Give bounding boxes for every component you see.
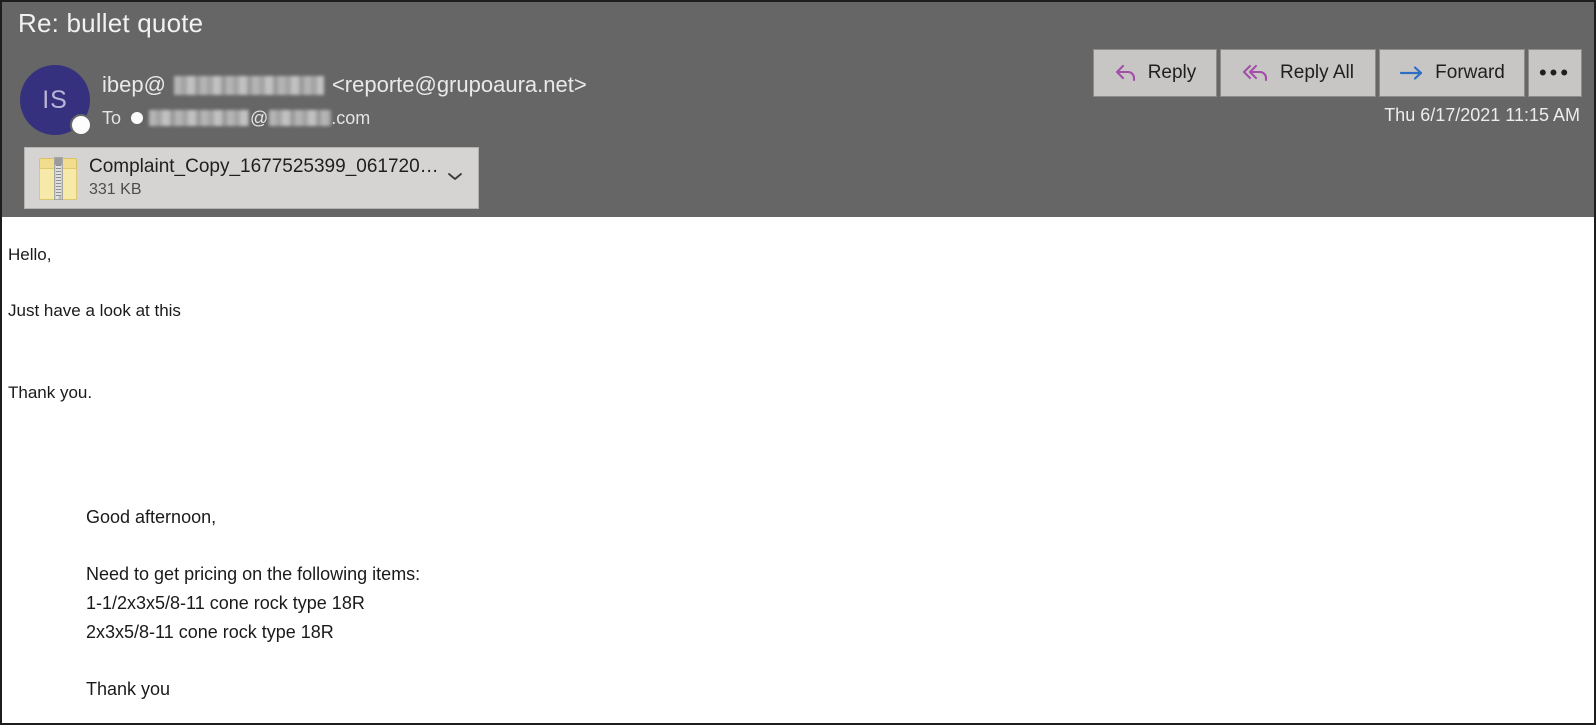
body-line-message: Just have a look at this (8, 301, 181, 320)
from-line[interactable]: ibep@ <reporte@grupoaura.net> (102, 70, 587, 100)
redacted-from-domain (173, 75, 324, 95)
reply-icon (1114, 63, 1138, 83)
body-line-signoff: Thank you. (8, 383, 93, 402)
attachment-file-name: Complaint_Copy_1677525399_06172021.zip (89, 156, 442, 177)
attachment-chip[interactable]: Complaint_Copy_1677525399_06172021.zip 3… (24, 147, 479, 209)
message-header: Re: bullet quote IS ibep@ <reporte@grupo… (2, 2, 1594, 217)
forward-button-label: Forward (1435, 62, 1505, 83)
avatar[interactable]: IS (20, 65, 92, 136)
recipient-presence-icon (131, 112, 144, 124)
quoted-message: Good afternoon, Need to get pricing on t… (86, 503, 1594, 704)
to-line[interactable]: To @ .com (102, 104, 587, 132)
body-line-greeting: Hello, (8, 245, 52, 264)
message-body: Hello, Just have a look at this Thank yo… (2, 217, 1594, 723)
to-tld: .com (331, 108, 371, 128)
reply-button-label: Reply (1147, 62, 1197, 83)
from-address-prefix: ibep@ (102, 72, 166, 97)
email-reading-pane: Re: bullet quote IS ibep@ <reporte@grupo… (0, 0, 1596, 725)
attachment-menu-button[interactable] (442, 169, 468, 188)
reply-all-button-label: Reply All (1280, 62, 1354, 83)
quote-line-item-2: 2x3x5/8-11 cone rock type 18R (86, 622, 334, 642)
quote-line-request: Need to get pricing on the following ite… (86, 564, 421, 584)
reply-all-button[interactable]: Reply All (1220, 49, 1376, 97)
subject-line: Re: bullet quote (18, 8, 204, 38)
attachment-file-size: 331 KB (89, 181, 142, 198)
attachment-text: Complaint_Copy_1677525399_06172021.zip 3… (89, 155, 442, 201)
more-actions-button[interactable]: ••• (1528, 49, 1582, 97)
message-actions-toolbar: Reply Reply All Forward ••• (1093, 49, 1582, 97)
message-timestamp: Thu 6/17/2021 11:15 AM (1384, 105, 1580, 125)
redacted-to-domain (269, 110, 332, 126)
zip-file-icon (39, 156, 77, 200)
quote-line-item-1: 1-1/2x3x5/8-11 cone rock type 18R (86, 593, 365, 613)
chevron-down-icon (445, 169, 465, 188)
to-label: To (102, 108, 122, 128)
quote-line-signoff: Thank you (86, 679, 171, 699)
reply-all-icon (1242, 63, 1270, 83)
from-display-address: <reporte@grupoaura.net> (331, 72, 587, 97)
reply-button[interactable]: Reply (1093, 49, 1217, 97)
forward-arrow-icon (1399, 64, 1425, 82)
presence-indicator-icon (70, 114, 92, 136)
to-at-sign: @ (250, 108, 269, 128)
forward-button[interactable]: Forward (1379, 49, 1525, 97)
sender-info: ibep@ <reporte@grupoaura.net> To @ .com (102, 70, 587, 132)
redacted-to-user (149, 110, 250, 126)
quote-line-greeting: Good afternoon, (86, 507, 217, 527)
